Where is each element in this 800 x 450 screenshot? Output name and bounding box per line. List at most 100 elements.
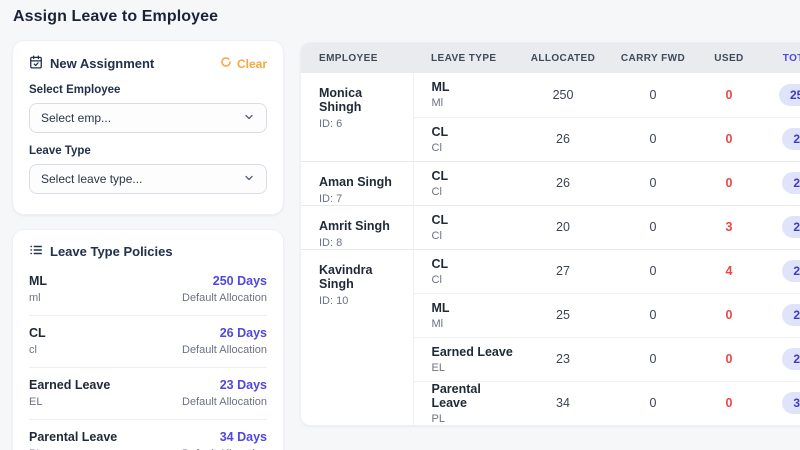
chevron-down-icon	[243, 111, 255, 126]
allocated-cell: 20	[513, 205, 613, 249]
leave-name: ML	[432, 301, 514, 315]
table-row: Amrit Singh ID: 8 CL Cl 20 0 3 20	[301, 205, 800, 249]
column-header-carry-fwd: CARRY FWD	[613, 43, 693, 73]
allocated-cell: 26	[513, 161, 613, 205]
policy-item: Earned Leave EL 23 Days Default Allocati…	[29, 368, 267, 420]
policy-item: Parental Leave PL 34 Days Default Alloca…	[29, 420, 267, 450]
total-cell: 26	[765, 161, 800, 205]
app-frame: Assign Leave to Employee New Assignm	[0, 0, 800, 450]
employee-name: Aman Singh	[319, 175, 405, 189]
total-cell: 27	[765, 249, 800, 293]
leave-policies-title: Leave Type Policies	[29, 243, 267, 260]
column-header-used: USED	[693, 43, 765, 73]
leave-type-cell: Earned Leave EL	[413, 337, 513, 381]
total-cell: 20	[765, 205, 800, 249]
leave-name: Parental Leave	[432, 382, 514, 410]
employee-cell: Amrit Singh ID: 8	[301, 205, 413, 249]
used-cell: 3	[693, 205, 765, 249]
employee-cell: Monica Shingh ID: 6	[301, 73, 413, 161]
used-cell: 4	[693, 249, 765, 293]
carry-fwd-cell: 0	[613, 73, 693, 117]
policy-name: CL	[29, 326, 46, 340]
carry-fwd-cell: 0	[613, 249, 693, 293]
policy-default-label: Default Allocation	[182, 396, 267, 408]
leave-policies-card: Leave Type Policies ML ml 250 Days Defau…	[12, 229, 284, 450]
leave-type-cell: ML Ml	[413, 73, 513, 117]
carry-fwd-cell: 0	[613, 293, 693, 337]
employee-id: ID: 10	[319, 295, 405, 307]
policy-name: ML	[29, 274, 47, 288]
employee-id: ID: 8	[319, 237, 405, 249]
table-row: Aman Singh ID: 7 CL Cl 26 0 0 26	[301, 161, 800, 205]
policy-default-label: Default Allocation	[182, 292, 267, 304]
chevron-down-icon	[243, 172, 255, 187]
leave-policies-title-label: Leave Type Policies	[50, 244, 173, 259]
policy-days: 26 Days	[182, 326, 267, 340]
policy-default-label: Default Allocation	[182, 344, 267, 356]
leave-type-cell: Parental Leave PL	[413, 381, 513, 425]
used-cell: 0	[693, 161, 765, 205]
carry-fwd-cell: 0	[613, 381, 693, 425]
clear-button[interactable]: Clear	[220, 56, 267, 71]
policy-item: CL cl 26 Days Default Allocation	[29, 316, 267, 368]
employee-id: ID: 6	[319, 118, 405, 130]
new-assignment-card: New Assignment Clear Select Employee Sel…	[12, 40, 284, 215]
total-badge: 20	[782, 216, 800, 238]
leave-name: ML	[432, 80, 514, 94]
carry-fwd-cell: 0	[613, 337, 693, 381]
employee-cell: Kavindra Singh ID: 10	[301, 249, 413, 425]
leave-type-cell: ML Ml	[413, 293, 513, 337]
used-cell: 0	[693, 117, 765, 161]
table-row: Kavindra Singh ID: 10 CL Cl 27 0 4 27	[301, 249, 800, 293]
leave-code: Cl	[432, 230, 514, 242]
clear-button-label: Clear	[237, 57, 267, 71]
employee-select[interactable]: Select emp...	[29, 103, 267, 133]
column-header-leave-type: LEAVE TYPE	[413, 43, 513, 73]
table-header-row: EMPLOYEE LEAVE TYPE ALLOCATED CARRY FWD …	[301, 43, 800, 73]
column-header-allocated: ALLOCATED	[513, 43, 613, 73]
policy-name: Parental Leave	[29, 430, 117, 444]
policy-name: Earned Leave	[29, 378, 110, 392]
leave-type-select-value: Select leave type...	[41, 172, 142, 186]
policy-item: ML ml 250 Days Default Allocation	[29, 264, 267, 316]
leave-code: EL	[432, 362, 514, 374]
total-badge: 27	[782, 260, 800, 282]
used-cell: 0	[693, 73, 765, 117]
allocated-cell: 25	[513, 293, 613, 337]
column-header-total: TOTAL	[765, 43, 800, 73]
policy-days: 250 Days	[182, 274, 267, 288]
leave-type-select[interactable]: Select leave type...	[29, 164, 267, 194]
used-cell: 0	[693, 381, 765, 425]
left-sidebar: New Assignment Clear Select Employee Sel…	[12, 40, 284, 450]
total-badge: 26	[782, 128, 800, 150]
allocated-cell: 23	[513, 337, 613, 381]
employee-name: Amrit Singh	[319, 219, 405, 233]
carry-fwd-cell: 0	[613, 161, 693, 205]
policy-code: cl	[29, 344, 46, 356]
leave-code: PL	[432, 413, 514, 425]
policy-code: EL	[29, 396, 110, 408]
policy-days: 34 Days	[182, 430, 267, 444]
leave-type-cell: CL Cl	[413, 205, 513, 249]
carry-fwd-cell: 0	[613, 117, 693, 161]
leave-name: CL	[432, 169, 514, 183]
total-cell: 250	[765, 73, 800, 117]
select-employee-label: Select Employee	[29, 84, 267, 96]
leave-code: Ml	[432, 318, 514, 330]
leave-type-cell: CL Cl	[413, 117, 513, 161]
leave-name: CL	[432, 125, 514, 139]
new-assignment-header: New Assignment Clear	[29, 55, 267, 72]
calendar-check-icon	[29, 55, 43, 72]
total-cell: 34	[765, 381, 800, 425]
leave-type-label: Leave Type	[29, 145, 267, 157]
leave-name: CL	[432, 257, 514, 271]
policy-code: ml	[29, 292, 47, 304]
leave-code: Cl	[432, 274, 514, 286]
leave-balances-table-card: EMPLOYEE LEAVE TYPE ALLOCATED CARRY FWD …	[300, 42, 800, 426]
total-cell: 23	[765, 337, 800, 381]
employee-cell: Aman Singh ID: 7	[301, 161, 413, 205]
employee-name: Kavindra Singh	[319, 263, 405, 291]
employee-id: ID: 7	[319, 193, 405, 205]
leave-name: Earned Leave	[432, 345, 514, 359]
total-cell: 26	[765, 117, 800, 161]
